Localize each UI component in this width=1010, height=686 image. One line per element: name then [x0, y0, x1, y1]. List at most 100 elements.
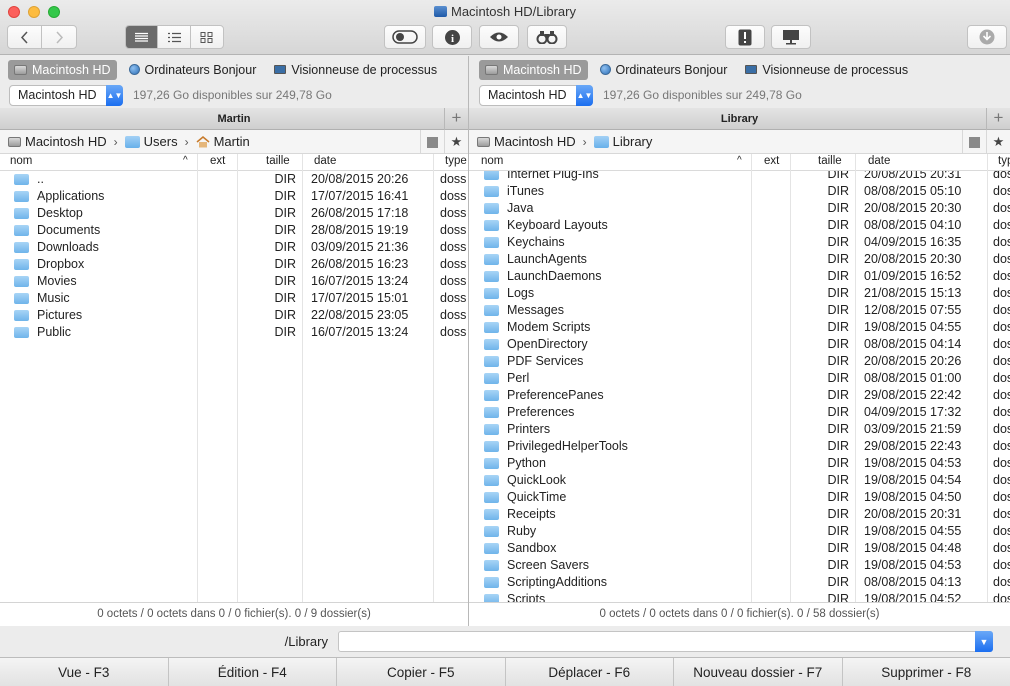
- table-row[interactable]: .. DIR 20/08/2015 20:26 doss: [0, 171, 468, 188]
- toggle-panel-button[interactable]: [420, 130, 444, 154]
- table-row[interactable]: Python DIR 19/08/2015 04:53 dos: [469, 455, 1010, 472]
- col-name[interactable]: nom: [10, 155, 32, 167]
- drive-icon: [477, 136, 490, 147]
- table-row[interactable]: Applications DIR 17/07/2015 16:41 doss: [0, 188, 468, 205]
- download-button[interactable]: [967, 25, 1007, 49]
- right-drive-select[interactable]: Macintosh HD ▲▼: [479, 84, 593, 106]
- table-row[interactable]: iTunes DIR 08/08/2015 05:10 dos: [469, 183, 1010, 200]
- table-row[interactable]: Modem Scripts DIR 19/08/2015 04:55 dos: [469, 319, 1010, 336]
- table-row[interactable]: Public DIR 16/07/2015 13:24 doss: [0, 324, 468, 341]
- table-row[interactable]: Internet Plug-Ins DIR 20/08/2015 20:31 dos: [469, 171, 1010, 183]
- col-name[interactable]: nom: [481, 155, 503, 167]
- table-row[interactable]: Desktop DIR 26/08/2015 17:18 doss: [0, 205, 468, 222]
- table-row[interactable]: PrivilegedHelperTools DIR 29/08/2015 22:43…: [469, 438, 1010, 455]
- table-row[interactable]: Perl DIR 08/08/2015 01:00 dos: [469, 370, 1010, 387]
- table-row[interactable]: PDF Services DIR 20/08/2015 20:26 dos: [469, 353, 1010, 370]
- col-ext[interactable]: ext: [210, 155, 225, 167]
- table-row[interactable]: Logs DIR 21/08/2015 15:13 dos: [469, 285, 1010, 302]
- new-folder-f7-button[interactable]: Nouveau dossier - F7: [674, 658, 843, 686]
- chevron-down-icon[interactable]: ▼: [975, 631, 993, 652]
- table-row[interactable]: QuickLook DIR 19/08/2015 04:54 dos: [469, 472, 1010, 489]
- new-tab-button[interactable]: +: [986, 108, 1010, 130]
- breadcrumb-item[interactable]: Users: [124, 134, 178, 149]
- new-tab-button[interactable]: +: [444, 108, 468, 130]
- table-row[interactable]: Sandbox DIR 19/08/2015 04:48 dos: [469, 540, 1010, 557]
- breadcrumb-item[interactable]: Macintosh HD: [477, 134, 576, 149]
- forward-button[interactable]: [42, 26, 76, 48]
- table-row[interactable]: Receipts DIR 20/08/2015 20:31 dos: [469, 506, 1010, 523]
- cell-name: PrivilegedHelperTools: [507, 439, 628, 453]
- breadcrumb-item[interactable]: Martin: [196, 134, 250, 149]
- table-row[interactable]: Pictures DIR 22/08/2015 23:05 doss: [0, 307, 468, 324]
- search-button[interactable]: [527, 25, 567, 49]
- toggle-hidden-button[interactable]: [384, 25, 426, 49]
- col-type[interactable]: type: [445, 155, 467, 167]
- folder-icon: [14, 225, 29, 236]
- table-row[interactable]: Ruby DIR 19/08/2015 04:55 dos: [469, 523, 1010, 540]
- col-date[interactable]: date: [314, 155, 336, 167]
- move-f6-button[interactable]: Déplacer - F6: [506, 658, 674, 686]
- favorite-macintosh-hd[interactable]: Macintosh HD: [479, 59, 588, 80]
- panel-divider[interactable]: [468, 56, 469, 626]
- table-row[interactable]: Screen Savers DIR 19/08/2015 04:53 dos: [469, 557, 1010, 574]
- drive-icon: [14, 64, 27, 75]
- table-row[interactable]: Java DIR 20/08/2015 20:30 dos: [469, 200, 1010, 217]
- table-row[interactable]: Documents DIR 28/08/2015 19:19 doss: [0, 222, 468, 239]
- favorite-macintosh-hd[interactable]: Macintosh HD: [8, 59, 117, 80]
- breadcrumb-item[interactable]: Macintosh HD: [8, 134, 107, 149]
- cell-size: DIR: [827, 405, 849, 419]
- actions-button[interactable]: [725, 25, 765, 49]
- table-row[interactable]: LaunchAgents DIR 20/08/2015 20:30 dos: [469, 251, 1010, 268]
- icon-view-button[interactable]: [191, 26, 223, 48]
- table-row[interactable]: Dropbox DIR 26/08/2015 16:23 doss: [0, 256, 468, 273]
- favorite-bonjour[interactable]: Ordinateurs Bonjour: [123, 60, 263, 80]
- cell-size: DIR: [827, 337, 849, 351]
- favorite-process-viewer[interactable]: Visionneuse de processus: [739, 60, 914, 80]
- col-ext[interactable]: ext: [764, 155, 779, 167]
- exclamation-icon: [738, 29, 752, 45]
- cell-name: Perl: [507, 371, 530, 385]
- table-row[interactable]: Keychains DIR 04/09/2015 16:35 dos: [469, 234, 1010, 251]
- table-row[interactable]: Keyboard Layouts DIR 08/08/2015 04:10 dos: [469, 217, 1010, 234]
- table-row[interactable]: Printers DIR 03/09/2015 21:59 dos: [469, 421, 1010, 438]
- list-view-button[interactable]: [126, 26, 159, 48]
- app-window: Macintosh HD/Library i Macintosh HD Ordi…: [0, 0, 1010, 686]
- connect-server-button[interactable]: [771, 25, 811, 49]
- left-drive-select[interactable]: Macintosh HD ▲▼: [9, 84, 123, 106]
- cell-type: dos: [993, 473, 1010, 487]
- copy-f5-button[interactable]: Copier - F5: [337, 658, 506, 686]
- delete-f8-button[interactable]: Supprimer - F8: [843, 658, 1010, 686]
- cell-size: DIR: [827, 388, 849, 402]
- toggle-panel-button[interactable]: [962, 130, 986, 154]
- table-row[interactable]: Scripts DIR 19/08/2015 04:52 dos: [469, 591, 1010, 602]
- breadcrumb-item[interactable]: Library: [593, 134, 652, 149]
- view-f3-button[interactable]: Vue - F3: [0, 658, 169, 686]
- favorite-button[interactable]: ★: [444, 130, 468, 154]
- edit-f4-button[interactable]: Édition - F4: [169, 658, 337, 686]
- table-row[interactable]: ScriptingAdditions DIR 08/08/2015 04:13 dos: [469, 574, 1010, 591]
- table-row[interactable]: Preferences DIR 04/09/2015 17:32 dos: [469, 404, 1010, 421]
- info-button[interactable]: i: [432, 25, 472, 49]
- function-key-bar: Vue - F3 Édition - F4 Copier - F5 Déplac…: [0, 657, 1010, 686]
- favorite-process-viewer[interactable]: Visionneuse de processus: [268, 60, 443, 80]
- table-row[interactable]: Music DIR 17/07/2015 15:01 doss: [0, 290, 468, 307]
- detail-view-button[interactable]: [158, 26, 191, 48]
- col-size[interactable]: taille: [266, 155, 290, 167]
- table-row[interactable]: OpenDirectory DIR 08/08/2015 04:14 dos: [469, 336, 1010, 353]
- table-row[interactable]: Messages DIR 12/08/2015 07:55 dos: [469, 302, 1010, 319]
- favorite-button[interactable]: ★: [986, 130, 1010, 154]
- col-date[interactable]: date: [868, 155, 890, 167]
- favorite-bonjour[interactable]: Ordinateurs Bonjour: [594, 60, 734, 80]
- table-row[interactable]: LaunchDaemons DIR 01/09/2015 16:52 dos: [469, 268, 1010, 285]
- col-type[interactable]: typ: [998, 155, 1010, 167]
- quick-look-button[interactable]: [479, 25, 519, 49]
- table-row[interactable]: QuickTime DIR 19/08/2015 04:50 dos: [469, 489, 1010, 506]
- table-row[interactable]: Downloads DIR 03/09/2015 21:36 doss: [0, 239, 468, 256]
- table-row[interactable]: Movies DIR 16/07/2015 13:24 doss: [0, 273, 468, 290]
- command-input[interactable]: ▼: [338, 631, 993, 652]
- cell-size: DIR: [827, 490, 849, 504]
- cell-date: 20/08/2015 20:31: [864, 171, 962, 181]
- table-row[interactable]: PreferencePanes DIR 29/08/2015 22:42 dos: [469, 387, 1010, 404]
- back-button[interactable]: [8, 26, 43, 48]
- col-size[interactable]: taille: [818, 155, 842, 167]
